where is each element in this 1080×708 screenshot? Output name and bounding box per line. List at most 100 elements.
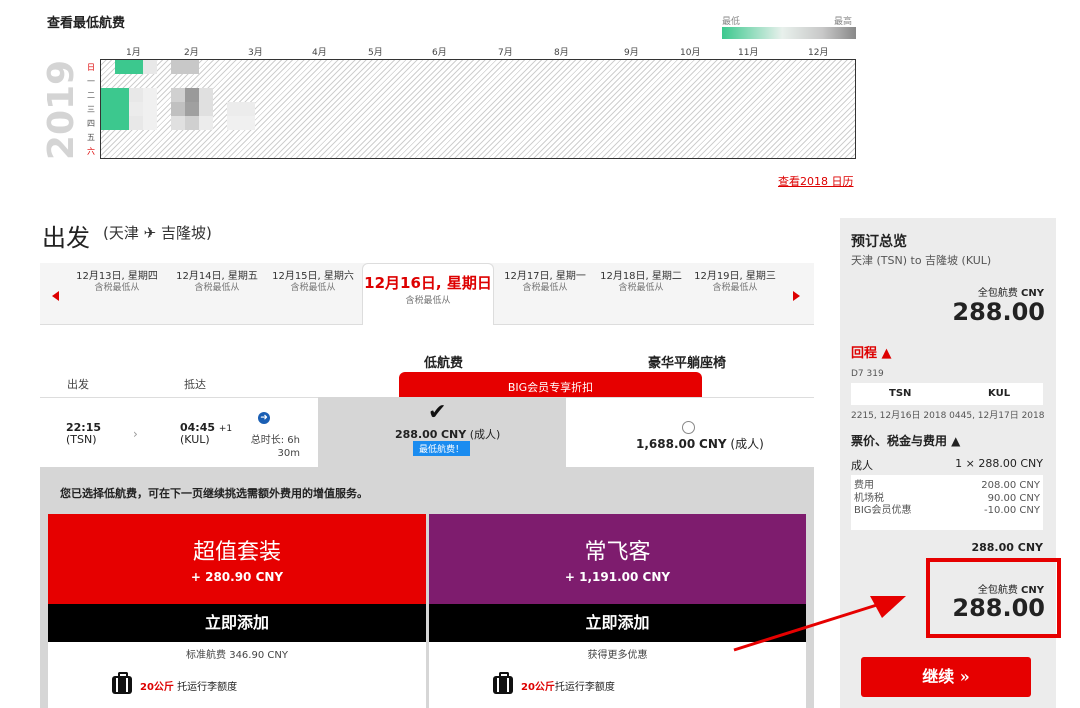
month-label: 2月 xyxy=(184,48,199,58)
legend-high-label: 最高 xyxy=(834,17,853,27)
weekday-label: 四 xyxy=(87,119,95,128)
calendar-day-cell[interactable] xyxy=(129,116,143,130)
value-pack-title: 超值套装 xyxy=(192,540,281,565)
date-selector: 12月13日, 星期四 含税最低从 12月14日, 星期五 含税最低从 12月15日… xyxy=(40,263,814,325)
calendar-day-cell[interactable] xyxy=(227,102,241,116)
calendar-day-cell[interactable] xyxy=(143,102,157,116)
weekday-label: 三 xyxy=(87,105,95,114)
month-label: 5月 xyxy=(368,48,383,58)
calendar-day-cell[interactable] xyxy=(185,102,199,116)
date-tab[interactable]: 12月14日, 星期五 含税最低从 xyxy=(168,271,266,294)
price-calendar-grid[interactable] xyxy=(100,59,856,159)
total-fare-amount: 288.00 xyxy=(952,298,1045,326)
date-tab[interactable]: 12月15日, 星期六 含税最低从 xyxy=(264,271,362,294)
calendar-day-cell[interactable] xyxy=(143,116,157,130)
date-tab[interactable]: 12月19日, 星期三 含税最低从 xyxy=(686,271,784,294)
calendar-day-cell[interactable] xyxy=(143,88,157,102)
calendar-day-cell[interactable] xyxy=(199,102,213,116)
date-tab[interactable]: 12月18日, 星期二 含税最低从 xyxy=(592,271,690,294)
calendar-day-cell[interactable] xyxy=(185,88,199,102)
date-tab-selected[interactable]: 12月16日, 星期日 含税最低从 xyxy=(362,263,494,325)
lowest-fare-badge: 最低航费！ xyxy=(413,441,471,456)
month-label: 9月 xyxy=(624,48,639,58)
month-label: 1月 xyxy=(126,48,141,58)
chevron-right-icon: › xyxy=(133,427,138,441)
fee-row: 机场税 90.00 CNY xyxy=(854,492,1040,504)
total-fare-amount: 288.00 xyxy=(952,594,1045,622)
total-fare-label: 全包航费 CNY xyxy=(977,288,1044,299)
weekday-label: 一 xyxy=(87,77,95,86)
value-pack-details: 标准航费 346.90 CNY 20公斤 托运行李额度 xyxy=(48,642,426,708)
calendar-day-cell[interactable] xyxy=(101,102,115,116)
calendar-day-cell[interactable] xyxy=(129,60,143,74)
calendar-day-cell[interactable] xyxy=(185,116,199,130)
baggage-allowance: 20公斤托运行李额度 xyxy=(493,672,615,694)
calendar-day-cell[interactable] xyxy=(143,60,157,74)
luggage-icon xyxy=(493,672,513,694)
calendar-day-cell[interactable] xyxy=(115,102,129,116)
calendar-day-cell[interactable] xyxy=(129,102,143,116)
luggage-icon xyxy=(112,672,132,694)
weekday-label: 二 xyxy=(87,91,95,100)
date-tab[interactable]: 12月13日, 星期四 含税最低从 xyxy=(68,271,166,294)
date-tab[interactable]: 12月17日, 星期一 含税最低从 xyxy=(496,271,594,294)
calendar-day-cell[interactable] xyxy=(115,116,129,130)
calendar-day-cell[interactable] xyxy=(185,60,199,74)
legend-low-label: 最低 xyxy=(722,17,741,27)
selection-notice: 您已选择低航费，可在下一页继续挑选需额外费用的增值服务。 xyxy=(60,487,368,500)
month-label: 12月 xyxy=(808,48,829,58)
luxury-seat-column-title: 豪华平躺座椅 xyxy=(648,356,727,371)
subtotal: 288.00 CNY xyxy=(971,541,1043,554)
calendar-day-cell[interactable] xyxy=(227,116,241,130)
calendar-day-cell[interactable] xyxy=(171,88,185,102)
view-2018-calendar-link[interactable]: 查看2018 日历 xyxy=(778,173,854,189)
luxury-fare-radio[interactable] xyxy=(682,421,695,434)
continue-button[interactable]: 继续 » xyxy=(861,657,1031,697)
calendar-day-cell[interactable] xyxy=(129,88,143,102)
prev-date-arrow-icon[interactable] xyxy=(52,291,59,301)
depart-header: 出发 xyxy=(67,378,89,391)
frequent-flyer-price: + 1,191.00 CNY xyxy=(564,570,671,584)
month-label: 10月 xyxy=(680,48,701,58)
month-label: 8月 xyxy=(554,48,569,58)
annotation-arrow-icon xyxy=(733,596,906,652)
month-label: 6月 xyxy=(432,48,447,58)
calendar-title: 查看最低航费 xyxy=(47,16,126,31)
luxury-fare-price[interactable]: 1,688.00 CNY (成人) xyxy=(636,435,764,452)
summary-route: 天津 (TSN) to 吉隆坡 (KUL) xyxy=(851,254,992,267)
calendar-day-cell[interactable] xyxy=(171,116,185,130)
destination-code: KUL xyxy=(988,388,1011,399)
departure-route: (天津 ✈ 吉隆坡) xyxy=(103,224,212,242)
calendar-day-cell[interactable] xyxy=(101,88,115,102)
calendar-day-cell[interactable] xyxy=(171,60,185,74)
weekday-label: 五 xyxy=(87,133,95,142)
next-date-arrow-icon[interactable] xyxy=(793,291,800,301)
month-label: 11月 xyxy=(738,48,759,58)
calendar-day-cell[interactable] xyxy=(171,102,185,116)
weekday-label: 日 xyxy=(87,63,95,72)
calendar-day-cell[interactable] xyxy=(241,116,255,130)
month-label: 3月 xyxy=(248,48,263,58)
standard-fare-note: 标准航费 346.90 CNY xyxy=(186,650,288,661)
calendar-day-cell[interactable] xyxy=(101,116,115,130)
baggage-allowance: 20公斤 托运行李额度 xyxy=(112,672,237,694)
summary-route-box: TSN KUL xyxy=(851,383,1043,405)
fee-row: 费用 208.00 CNY xyxy=(854,480,1040,491)
calendar-day-cell[interactable] xyxy=(115,60,129,74)
return-flight-toggle[interactable]: 回程 ▲ xyxy=(851,342,892,361)
month-label: 7月 xyxy=(498,48,513,58)
fees-heading-toggle[interactable]: 票价、税金与费用 ▲ xyxy=(851,432,960,449)
calendar-day-cell[interactable] xyxy=(199,88,213,102)
month-label: 4月 xyxy=(312,48,327,58)
fee-breakdown: 费用 208.00 CNY 机场税 90.00 CNY BIG会员优惠 -10.00 … xyxy=(851,475,1043,530)
flight-details-icon[interactable]: ➜ xyxy=(258,412,270,424)
fee-row: BIG会员优惠 -10.00 CNY xyxy=(854,505,1040,516)
year-label: 2019 xyxy=(41,59,83,161)
flight-times: 2215, 12月16日 2018 0445, 12月17日 2018 xyxy=(851,411,1045,421)
arrival-airport: (KUL) xyxy=(180,433,210,446)
big-member-banner: BIG会员专享折扣 xyxy=(399,372,702,397)
calendar-day-cell[interactable] xyxy=(241,102,255,116)
calendar-day-cell[interactable] xyxy=(115,88,129,102)
calendar-day-cell[interactable] xyxy=(199,116,213,130)
add-value-pack-button[interactable]: 立即添加 xyxy=(48,604,426,642)
